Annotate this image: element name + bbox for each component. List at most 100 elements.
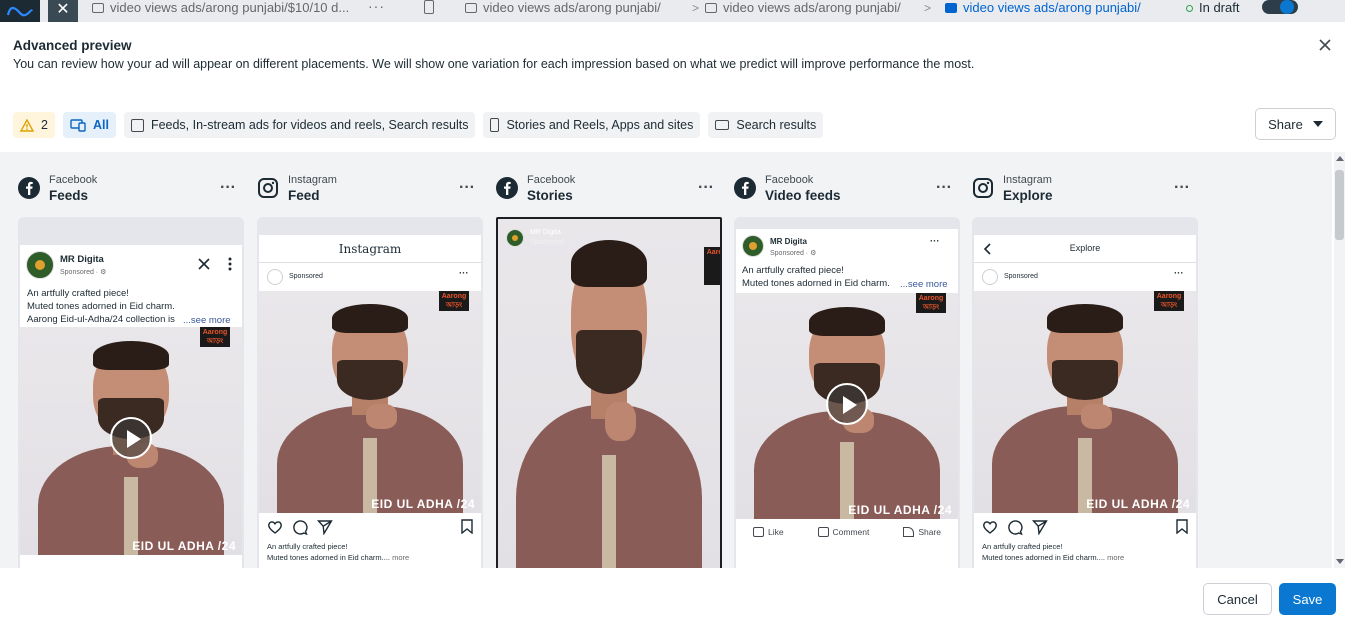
- panel-icon: [424, 0, 434, 14]
- like-button[interactable]: Like: [752, 527, 784, 537]
- filter-feeds-label: Feeds, In-stream ads for videos and reel…: [150, 118, 469, 132]
- column-more-icon[interactable]: ···: [459, 179, 475, 197]
- more-link[interactable]: more: [1107, 553, 1124, 562]
- preview-card[interactable]: Explore Sponsored ··· Aarong আড়ং EID UL …: [972, 217, 1198, 568]
- sidebar-toggle-icon[interactable]: [424, 0, 442, 22]
- crumb-more-icon[interactable]: ···: [368, 0, 385, 13]
- filter-stories[interactable]: Stories and Reels, Apps and sites: [483, 112, 701, 138]
- page-avatar: [742, 235, 764, 257]
- breadcrumb-campaign[interactable]: video views ads/arong punjabi/$10/10 d..…: [92, 0, 354, 22]
- comment-button[interactable]: Comment: [817, 527, 869, 537]
- ad-video-thumbnail[interactable]: Aarong আড়ং EID UL ADHA /24: [736, 293, 958, 519]
- bookmark-icon[interactable]: [1176, 519, 1188, 534]
- column-header: Facebook Stories ···: [496, 172, 722, 206]
- sponsored-label: Sponsored · ⚙: [60, 269, 107, 276]
- see-more-link[interactable]: ...see more: [183, 314, 231, 327]
- placement-name: Feeds: [49, 188, 89, 203]
- preview-card[interactable]: MR Digita Sponsored · ⚙ An artfully craf…: [18, 217, 244, 568]
- ig-caption-line-1: An artfully crafted piece!: [982, 542, 1063, 551]
- image-caption: EID UL ADHA /24: [848, 503, 952, 517]
- ad-text-line-1: An artfully crafted piece!: [27, 288, 129, 299]
- preview-card[interactable]: MR Digita Sponsored · ⚙ ··· An artfully …: [734, 217, 960, 568]
- ad-text-line-2: Muted tones adorned in Eid charm.: [742, 278, 890, 289]
- preview-card[interactable]: Aarong MR Digita Sponsored: [496, 217, 722, 568]
- ad-icon: [945, 3, 957, 13]
- facebook-feed-post: MR Digita Sponsored · ⚙ An artfully craf…: [20, 245, 242, 568]
- ad-text-line-2: Muted tones adorned in Eid charm.: [27, 301, 175, 312]
- instagram-actions: [982, 519, 1048, 535]
- filter-search[interactable]: Search results: [708, 112, 824, 138]
- scroll-up-icon[interactable]: [1336, 156, 1344, 161]
- breadcrumb-adset-level[interactable]: video views ads/arong punjabi/: [705, 0, 917, 22]
- comment-icon[interactable]: [1007, 519, 1023, 535]
- monitor-icon: [715, 120, 730, 130]
- heart-icon[interactable]: [267, 519, 283, 535]
- filter-feeds[interactable]: Feeds, In-stream ads for videos and reel…: [123, 112, 476, 138]
- kebab-menu-icon[interactable]: [228, 257, 232, 271]
- story-image[interactable]: Aarong MR Digita Sponsored: [498, 219, 720, 568]
- ad-text-line-3: Aarong Eid-ul-Adha/24 collection is: [27, 314, 175, 325]
- image-caption: EID UL ADHA /24: [371, 497, 475, 511]
- scrollbar-thumb[interactable]: [1335, 170, 1344, 240]
- filter-stories-label: Stories and Reels, Apps and sites: [506, 118, 694, 132]
- close-icon[interactable]: [1316, 36, 1334, 54]
- devices-icon: [70, 118, 86, 132]
- folder-icon: [465, 3, 477, 13]
- breadcrumb-separator: >: [692, 1, 700, 15]
- platform-name: Facebook: [527, 174, 576, 186]
- see-more-link[interactable]: ...see more: [900, 278, 948, 291]
- play-icon[interactable]: [826, 383, 868, 425]
- bookmark-icon[interactable]: [461, 519, 473, 534]
- save-button[interactable]: Save: [1279, 583, 1336, 615]
- ad-toggle[interactable]: [1262, 0, 1298, 14]
- aarong-logo: Aarong আড়ং: [916, 293, 946, 313]
- ad-image[interactable]: Aarong আড়ং EID UL ADHA /24: [259, 291, 481, 513]
- filter-all-label: All: [92, 118, 109, 132]
- column-more-icon[interactable]: ···: [936, 179, 952, 197]
- modal-title: Advanced preview: [13, 38, 132, 53]
- share-post-button[interactable]: Share: [903, 527, 941, 537]
- ad-video-thumbnail[interactable]: Aarong আড়ং EID UL ADHA /24: [20, 327, 242, 555]
- facebook-video-post: MR Digita Sponsored · ⚙ ··· An artfully …: [736, 229, 958, 568]
- facebook-icon: [734, 177, 756, 199]
- post-more-icon[interactable]: ···: [459, 267, 469, 280]
- more-link[interactable]: more: [392, 553, 409, 562]
- close-editor-icon[interactable]: ✕: [48, 0, 78, 22]
- play-icon[interactable]: [110, 417, 152, 459]
- platform-name: Facebook: [49, 174, 98, 186]
- column-more-icon[interactable]: ···: [220, 179, 236, 197]
- share-button[interactable]: Share: [1255, 108, 1336, 140]
- filter-all[interactable]: All: [62, 112, 116, 138]
- send-icon[interactable]: [1032, 519, 1048, 535]
- heart-icon[interactable]: [982, 519, 998, 535]
- preview-scrollbar[interactable]: [1334, 152, 1345, 568]
- breadcrumb-separator: >: [924, 1, 932, 15]
- placement-name: Explore: [1003, 188, 1053, 203]
- send-icon[interactable]: [317, 519, 333, 535]
- breadcrumb-campaign-level[interactable]: video views ads/arong punjabi/: [465, 0, 693, 22]
- breadcrumb-ad-level[interactable]: video views ads/arong punjabi/: [945, 0, 1157, 22]
- ad-image[interactable]: Aarong আড়ং EID UL ADHA /24: [974, 291, 1196, 513]
- cancel-button[interactable]: Cancel: [1203, 583, 1272, 615]
- instagram-actions: [267, 519, 333, 535]
- post-more-icon[interactable]: ···: [1174, 267, 1184, 280]
- post-more-icon[interactable]: ···: [930, 235, 940, 248]
- folder-icon: [92, 3, 104, 13]
- page-name: MR Digita: [530, 229, 561, 236]
- page-avatar: [267, 269, 283, 285]
- facebook-icon: [18, 177, 40, 199]
- scroll-down-icon[interactable]: [1336, 559, 1344, 564]
- warnings-chip[interactable]: 2: [13, 112, 55, 138]
- preview-card[interactable]: Instagram Sponsored ··· Aarong আড়ং EID U…: [257, 217, 483, 568]
- draft-status: In draft: [1186, 0, 1239, 16]
- column-more-icon[interactable]: ···: [698, 179, 714, 197]
- page-name: MR Digita: [60, 254, 104, 265]
- like-icon: [752, 527, 764, 537]
- column-more-icon[interactable]: ···: [1174, 179, 1190, 197]
- top-navigation-bar: ✕ video views ads/arong punjabi/$10/10 d…: [0, 0, 1345, 22]
- page-name: MR Digita: [770, 237, 807, 246]
- meta-logo[interactable]: [0, 0, 40, 22]
- comment-icon[interactable]: [292, 519, 308, 535]
- close-icon[interactable]: [198, 258, 210, 270]
- image-caption: EID UL ADHA /24: [1086, 497, 1190, 511]
